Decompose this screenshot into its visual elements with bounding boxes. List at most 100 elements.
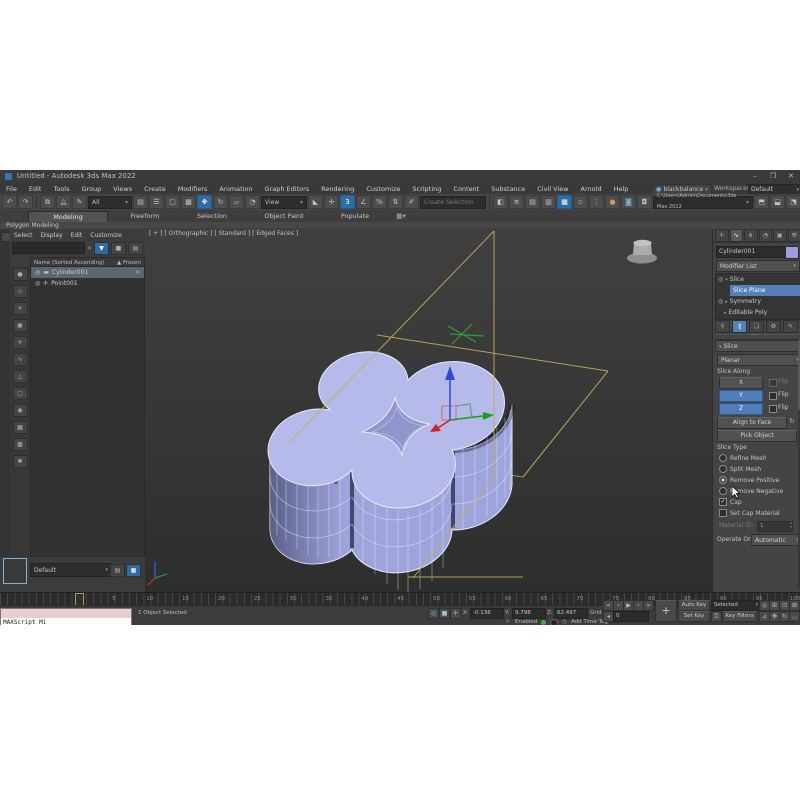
save-file-icon[interactable]: ⬓ xyxy=(770,195,785,209)
filter-helpers-icon[interactable]: ✛ xyxy=(13,336,28,349)
percent-snap-icon[interactable]: % xyxy=(372,195,387,209)
selection-preview-button[interactable] xyxy=(3,558,27,584)
keyboard-override-icon[interactable]: ☼ xyxy=(505,619,510,625)
menu-graph-editors[interactable]: Graph Editors xyxy=(259,185,316,193)
curve-editor-icon[interactable]: ▫ xyxy=(573,195,588,209)
stack-item-editable-poly[interactable]: ▸ Editable Poly xyxy=(716,307,800,318)
minimize-icon[interactable]: – xyxy=(748,172,762,180)
modifier-list-dropdown[interactable]: Modifier List ▾ xyxy=(716,260,800,272)
spinner-snap-icon[interactable]: ⇅ xyxy=(388,195,403,209)
filter-materials-icon[interactable]: ◉ xyxy=(13,404,28,417)
snap-toggle-icon[interactable]: 3 xyxy=(340,195,355,209)
open-folder-icon[interactable]: ⬔ xyxy=(786,195,800,209)
filter-containers-icon[interactable]: ▢ xyxy=(13,387,28,400)
menu-animation[interactable]: Animation xyxy=(213,185,258,193)
align-icon[interactable]: ≌ xyxy=(509,195,524,209)
record-toggle[interactable] xyxy=(550,619,558,625)
list-item[interactable]: ◎ ▬ Cylinder001 ✱ xyxy=(31,267,144,278)
remove-positive-radio[interactable] xyxy=(719,476,727,484)
selected-set-dropdown[interactable]: Selected▾ xyxy=(711,600,761,611)
z-coordinate-field[interactable]: 62.497 xyxy=(554,608,588,619)
menu-arnold[interactable]: Arnold xyxy=(575,185,608,193)
key-filter-icon[interactable]: ⚿ xyxy=(711,611,722,622)
select-link-icon[interactable]: ⧉ xyxy=(40,195,55,209)
maxscript-input-row[interactable]: MAXScript Mi xyxy=(1,618,131,625)
unlink-icon[interactable]: ⧋ xyxy=(56,195,71,209)
filter-lights-icon[interactable]: ☀ xyxy=(13,302,28,315)
isolate-selection-icon[interactable]: ◎ xyxy=(428,608,439,619)
polygon-modeling-panel-label[interactable]: Polygon Modeling xyxy=(6,222,59,229)
split-mesh-radio[interactable] xyxy=(719,465,727,473)
column-frozen[interactable]: ▲ Frozen xyxy=(117,260,141,266)
menu-customize[interactable]: Customize xyxy=(360,185,406,193)
pick-object-button[interactable]: Pick Object xyxy=(717,430,797,442)
flip-y-checkbox[interactable] xyxy=(769,392,777,400)
ribbon-config-icon[interactable]: ▦▾ xyxy=(392,211,410,222)
collapse-arrow-icon[interactable]: ▸ xyxy=(724,310,727,316)
select-by-name-icon[interactable]: ☰ xyxy=(149,195,164,209)
slice-y-button[interactable]: Y xyxy=(719,390,763,402)
eye-icon[interactable]: ◎ xyxy=(718,276,723,283)
lock-icon[interactable]: ■ xyxy=(111,242,126,255)
tab-display-icon[interactable]: ▣ xyxy=(773,229,787,242)
set-key-button[interactable]: Set Key xyxy=(678,611,710,622)
flip-z-checkbox[interactable] xyxy=(769,405,777,413)
explorer-menu-customize[interactable]: Customize xyxy=(86,232,126,239)
eye-icon[interactable]: ◎ xyxy=(35,280,40,287)
stack-item-symmetry[interactable]: ◎ ▸ Symmetry xyxy=(716,296,800,307)
tab-populate[interactable]: Populate xyxy=(328,211,382,222)
select-and-place-icon[interactable]: ◔ xyxy=(245,195,260,209)
schematic-view-icon[interactable]: ⋮ xyxy=(589,195,604,209)
filter-groups-icon[interactable]: ▩ xyxy=(13,438,28,451)
import-file-icon[interactable]: ⬒ xyxy=(754,195,769,209)
window-crossing-icon[interactable]: ▩ xyxy=(181,195,196,209)
viewport-label[interactable]: [ + ] [ Orthographic ] [ Standard ] [ Ed… xyxy=(149,230,298,237)
ribbon-toggle-icon[interactable]: ▦ xyxy=(557,195,572,209)
expand-arrow-icon[interactable]: ▾ xyxy=(725,277,728,283)
tab-create-icon[interactable]: ✛ xyxy=(715,229,729,242)
use-pivot-center-icon[interactable]: ◣ xyxy=(308,195,323,209)
column-name[interactable]: Name (Sorted Ascending) xyxy=(34,260,105,266)
slice-x-button[interactable]: X xyxy=(719,377,763,389)
menu-scripting[interactable]: Scripting xyxy=(407,185,448,193)
render-setup-icon[interactable]: ◙ xyxy=(621,195,636,209)
slice-rollout-header[interactable]: ▾ Slice xyxy=(715,340,800,352)
absolute-mode-icon[interactable]: ✛ xyxy=(450,608,461,619)
maximize-viewport-icon[interactable]: ◡ xyxy=(789,611,800,622)
bind-spacewarp-icon[interactable]: ✎ xyxy=(72,195,87,209)
show-end-result-icon[interactable]: ∥ xyxy=(732,320,747,333)
filter-shapes-icon[interactable]: ◇ xyxy=(13,285,28,298)
maxscript-mini-listener[interactable]: MAXScript Mi xyxy=(0,608,132,625)
filter-frozen-icon[interactable]: ✱ xyxy=(13,455,28,468)
set-cap-material-checkbox[interactable] xyxy=(719,509,727,517)
material-editor-icon[interactable]: ● xyxy=(605,195,620,209)
spinner-arrows-icon[interactable]: ▴▾ xyxy=(790,521,792,529)
refresh-icon[interactable]: ↻ xyxy=(789,417,795,425)
go-to-end-icon[interactable]: » xyxy=(643,600,654,611)
list-item[interactable]: ◎ ✛ Point001 xyxy=(31,278,144,289)
stack-item-slice[interactable]: ◎ ▾ Slice xyxy=(716,274,800,285)
select-and-move-icon[interactable]: ✥ xyxy=(197,195,212,209)
filter-list-icon[interactable]: ▤ xyxy=(110,564,125,577)
stack-item-slice-plane[interactable]: Slice Plane xyxy=(730,285,800,296)
rectangular-selection-icon[interactable]: ▢ xyxy=(165,195,180,209)
key-filters-button[interactable]: Key Filters ... xyxy=(722,611,757,622)
menu-content[interactable]: Content xyxy=(447,185,485,193)
auto-key-button[interactable]: Auto Key xyxy=(678,600,710,611)
slice-plane-type-dropdown[interactable]: Planar ▾ xyxy=(717,354,800,366)
menu-tools[interactable]: Tools xyxy=(47,185,75,193)
menu-file[interactable]: File xyxy=(0,185,23,193)
maxscript-macro-row[interactable] xyxy=(1,609,131,618)
reference-coordinate-dropdown[interactable]: View▾ xyxy=(261,196,307,209)
edit-named-sets-icon[interactable]: ✐ xyxy=(404,195,419,209)
viewport-canvas[interactable]: [ + ] [ Orthographic ] [ Standard ] [ Ed… xyxy=(145,228,712,592)
select-and-rotate-icon[interactable]: ↻ xyxy=(213,195,228,209)
current-frame-field[interactable]: 0 xyxy=(613,611,649,622)
filter-xref-icon[interactable]: ▦ xyxy=(13,421,28,434)
object-name-field[interactable]: Cylinder001 xyxy=(716,246,786,258)
tab-selection[interactable]: Selection xyxy=(184,211,240,222)
tab-object-paint[interactable]: Object Paint xyxy=(252,211,316,222)
menu-rendering[interactable]: Rendering xyxy=(315,185,360,193)
set-keys-button[interactable]: + xyxy=(655,600,677,622)
frozen-cell-icon[interactable]: ✱ xyxy=(135,269,140,276)
